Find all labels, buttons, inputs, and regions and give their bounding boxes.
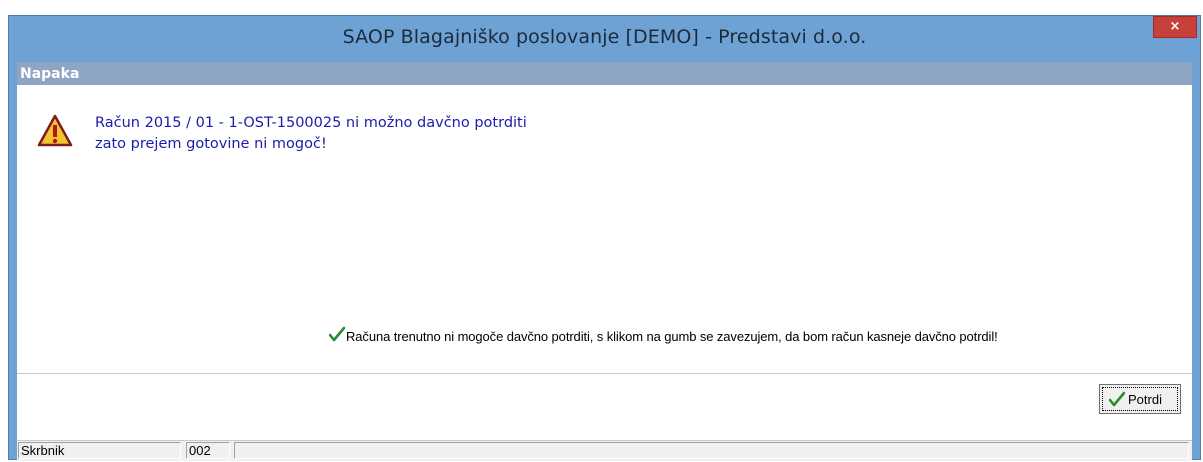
error-message-line1: Račun 2015 / 01 - 1-OST-1500025 ni možno…: [95, 115, 527, 131]
close-button[interactable]: ×: [1153, 16, 1197, 38]
checkmark-icon: [329, 326, 345, 342]
notice-text: Računa trenutno ni mogoče davčno potrdit…: [346, 329, 998, 344]
status-bar: Skrbnik 002: [17, 440, 1192, 461]
panel-header: Napaka: [17, 63, 1192, 85]
title-bar[interactable]: SAOP Blagajniško poslovanje [DEMO] - Pre…: [9, 16, 1200, 60]
divider: [17, 373, 1192, 374]
status-extra: [234, 442, 1189, 459]
error-message: Račun 2015 / 01 - 1-OST-1500025 ni možno…: [95, 113, 527, 155]
window-title: SAOP Blagajniško poslovanje [DEMO] - Pre…: [342, 26, 867, 48]
confirm-button-label: Potrdi: [1128, 392, 1162, 407]
panel-header-label: Napaka: [20, 66, 80, 82]
status-user: Skrbnik: [18, 442, 181, 459]
warning-icon: [37, 114, 73, 147]
confirm-button[interactable]: Potrdi: [1099, 384, 1181, 414]
status-code: 002: [186, 442, 230, 459]
checkmark-icon: [1109, 391, 1125, 407]
error-message-line2: zato prejem gotovine ni mogoč!: [95, 136, 327, 152]
dialog-content: Napaka Račun 2015 / 01 - 1-OST-1500025 n…: [17, 62, 1192, 456]
